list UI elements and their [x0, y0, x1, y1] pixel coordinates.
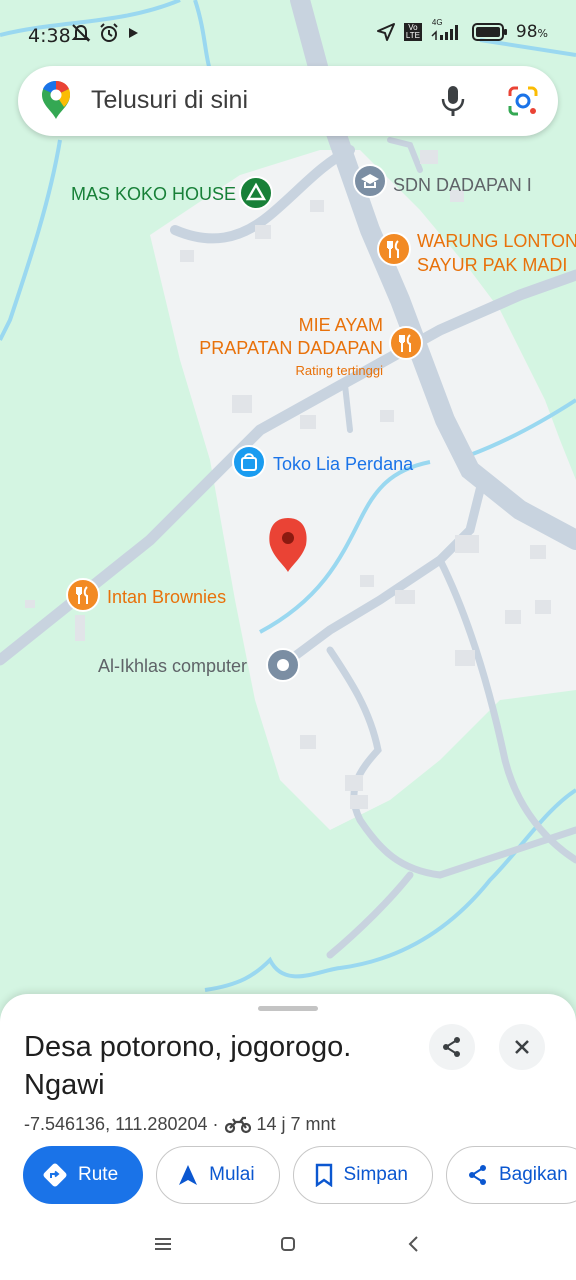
building	[380, 410, 394, 422]
notifications-off-icon	[71, 24, 91, 42]
home-icon[interactable]	[280, 1236, 296, 1252]
save-button[interactable]: Simpan	[292, 1146, 433, 1204]
battery-icon	[471, 23, 507, 41]
directions-icon	[43, 1163, 67, 1187]
place-label-intan[interactable]: Intan Brownies	[107, 586, 226, 608]
close-button[interactable]	[499, 1024, 545, 1070]
coordinates-row: -7.546136, 111.280204 · 14 j 7 mnt	[24, 1114, 336, 1135]
maps-logo-icon	[42, 81, 70, 119]
building	[300, 415, 316, 429]
action-chips: Rute Mulai Simpan Bagikan	[23, 1146, 576, 1204]
place-label-mas-koko[interactable]: MAS KOKO HOUSE	[71, 183, 236, 205]
menu-icon[interactable]	[154, 1236, 172, 1252]
building	[300, 735, 316, 749]
place-label-toko[interactable]: Toko Lia Perdana	[273, 453, 413, 475]
microphone-icon[interactable]	[438, 84, 468, 118]
place-label-warung-2[interactable]: SAYUR PAK MADI	[417, 254, 567, 276]
back-icon[interactable]	[406, 1235, 420, 1253]
share-icon	[468, 1165, 486, 1185]
status-bar: 4:38 Vo LTE 4G 98%	[0, 0, 576, 70]
building	[255, 225, 271, 239]
building	[420, 150, 438, 164]
restaurant-marker-icon[interactable]	[66, 578, 100, 617]
play-icon	[129, 28, 138, 38]
building	[455, 650, 475, 666]
status-time: 4:38	[28, 25, 71, 47]
start-label: Mulai	[209, 1164, 255, 1185]
place-label-mie-2[interactable]: PRAPATAN DADAPAN	[199, 337, 383, 359]
signal-icon: 4G	[430, 18, 464, 42]
coordinates-text: -7.546136, 111.280204 ·	[24, 1114, 219, 1134]
share-label: Bagikan	[498, 1164, 568, 1185]
alarm-icon	[100, 23, 118, 42]
motorcycle-icon	[224, 1116, 251, 1133]
share-button[interactable]	[429, 1024, 475, 1070]
share-icon	[443, 1037, 460, 1057]
generic-place-marker-icon[interactable]	[266, 648, 300, 687]
building	[75, 615, 85, 641]
location-arrow-icon	[376, 23, 395, 41]
building	[350, 795, 368, 809]
building	[455, 535, 479, 553]
save-label: Simpan	[343, 1164, 408, 1185]
place-label-alikhlas[interactable]: Al-Ikhlas computer	[98, 655, 247, 677]
volte-badge: Vo LTE	[403, 23, 422, 41]
place-title: Desa potorono, jogorogo. Ngawi	[24, 1031, 352, 1101]
restaurant-marker-icon[interactable]	[389, 326, 423, 365]
building	[232, 395, 252, 413]
place-label-warung-1[interactable]: WARUNG LONTONG	[417, 230, 576, 252]
restaurant-marker-icon[interactable]	[377, 232, 411, 271]
building	[505, 610, 521, 624]
route-label: Rute	[78, 1164, 119, 1185]
search-input[interactable]: Telusuri di sini	[91, 86, 248, 115]
place-label-mie-1[interactable]: MIE AYAM	[299, 314, 383, 336]
school-marker-icon[interactable]	[353, 164, 387, 203]
place-rating-badge: Rating tertinggi	[295, 363, 383, 378]
google-lens-icon[interactable]	[506, 84, 540, 118]
close-icon	[515, 1040, 529, 1054]
building	[310, 200, 324, 212]
shopping-marker-icon[interactable]	[232, 445, 266, 484]
bookmark-icon	[315, 1163, 332, 1187]
park-marker-icon[interactable]	[239, 176, 273, 215]
search-bar[interactable]: Telusuri di sini	[18, 66, 558, 136]
travel-time: 14 j 7 mnt	[256, 1114, 336, 1134]
building	[345, 775, 363, 791]
system-nav-bar	[0, 1220, 576, 1270]
navigation-arrow-icon	[179, 1165, 198, 1185]
building	[395, 590, 415, 604]
route-button[interactable]: Rute	[23, 1146, 144, 1204]
building	[25, 600, 35, 608]
drag-handle[interactable]	[258, 1006, 318, 1011]
building	[530, 545, 546, 559]
building	[360, 575, 374, 587]
building	[535, 600, 551, 614]
battery-level: 98%	[515, 22, 548, 42]
share-chip-button[interactable]: Bagikan	[445, 1146, 576, 1204]
building	[180, 250, 194, 262]
start-button[interactable]: Mulai	[156, 1146, 280, 1204]
place-label-sdn[interactable]: SDN DADAPAN I	[393, 174, 532, 196]
